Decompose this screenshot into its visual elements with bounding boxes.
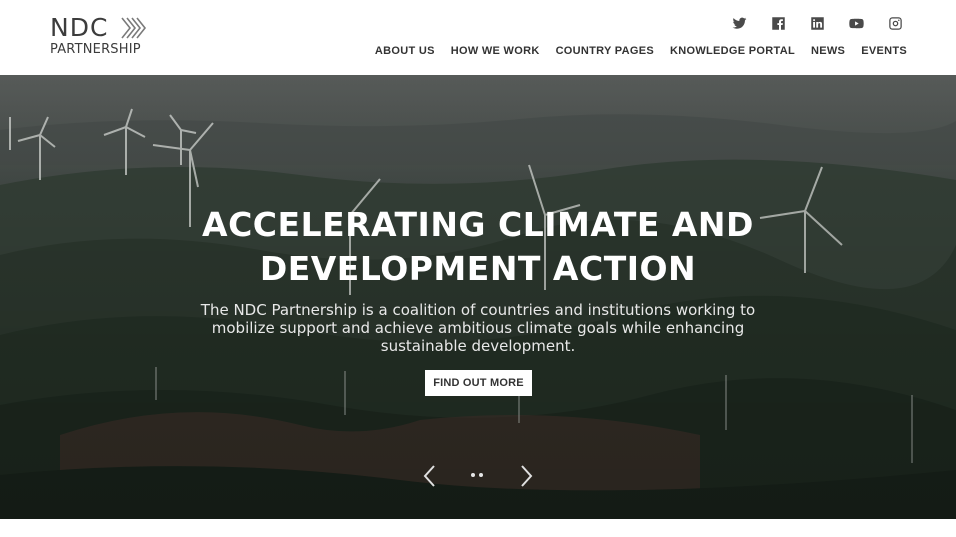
- hero-subtitle: The NDC Partnership is a coalition of co…: [200, 301, 756, 355]
- hero-background-wind-farm-image: [0, 75, 956, 519]
- nav-news[interactable]: NEWS: [811, 45, 845, 57]
- slider-next-arrow[interactable]: [518, 464, 534, 488]
- chevron-left-icon: [423, 465, 435, 487]
- logo-text-partnership: PARTNERSHIP: [50, 42, 141, 57]
- nav-about-us[interactable]: ABOUT US: [375, 45, 435, 57]
- logo-text-ndc: NDC: [50, 13, 109, 42]
- hero-slider: ACCELERATING CLIMATE AND DEVELOPMENT ACT…: [0, 75, 956, 519]
- twitter-icon[interactable]: [730, 14, 748, 32]
- logo-chevron-icon: [121, 17, 147, 39]
- nav-how-we-work[interactable]: HOW WE WORK: [451, 45, 540, 57]
- linkedin-icon[interactable]: [808, 14, 826, 32]
- hero-title: ACCELERATING CLIMATE AND DEVELOPMENT ACT…: [0, 203, 956, 291]
- youtube-icon[interactable]: [847, 14, 865, 32]
- nav-knowledge-portal[interactable]: KNOWLEDGE PORTAL: [670, 45, 795, 57]
- nav-country-pages[interactable]: COUNTRY PAGES: [556, 45, 654, 57]
- site-header: NDC PARTNERSHIP ABOUT US HOW WE WORK COU…: [0, 0, 956, 75]
- slider-dot-2[interactable]: [479, 473, 483, 477]
- slider-dot-1[interactable]: [471, 473, 475, 477]
- nav-events[interactable]: EVENTS: [861, 45, 907, 57]
- find-out-more-button[interactable]: FIND OUT MORE: [425, 370, 532, 396]
- slider-prev-arrow[interactable]: [422, 464, 438, 488]
- social-links: [709, 14, 904, 32]
- hero-title-line-1: ACCELERATING CLIMATE AND: [202, 205, 754, 244]
- slider-dots: [471, 473, 483, 477]
- ndc-partnership-logo[interactable]: NDC PARTNERSHIP: [50, 14, 170, 60]
- hero-title-line-2: DEVELOPMENT ACTION: [259, 249, 697, 288]
- main-nav: ABOUT US HOW WE WORK COUNTRY PAGES KNOWL…: [359, 45, 907, 57]
- chevron-right-icon: [521, 465, 533, 487]
- instagram-icon[interactable]: [886, 14, 904, 32]
- facebook-icon[interactable]: [769, 14, 787, 32]
